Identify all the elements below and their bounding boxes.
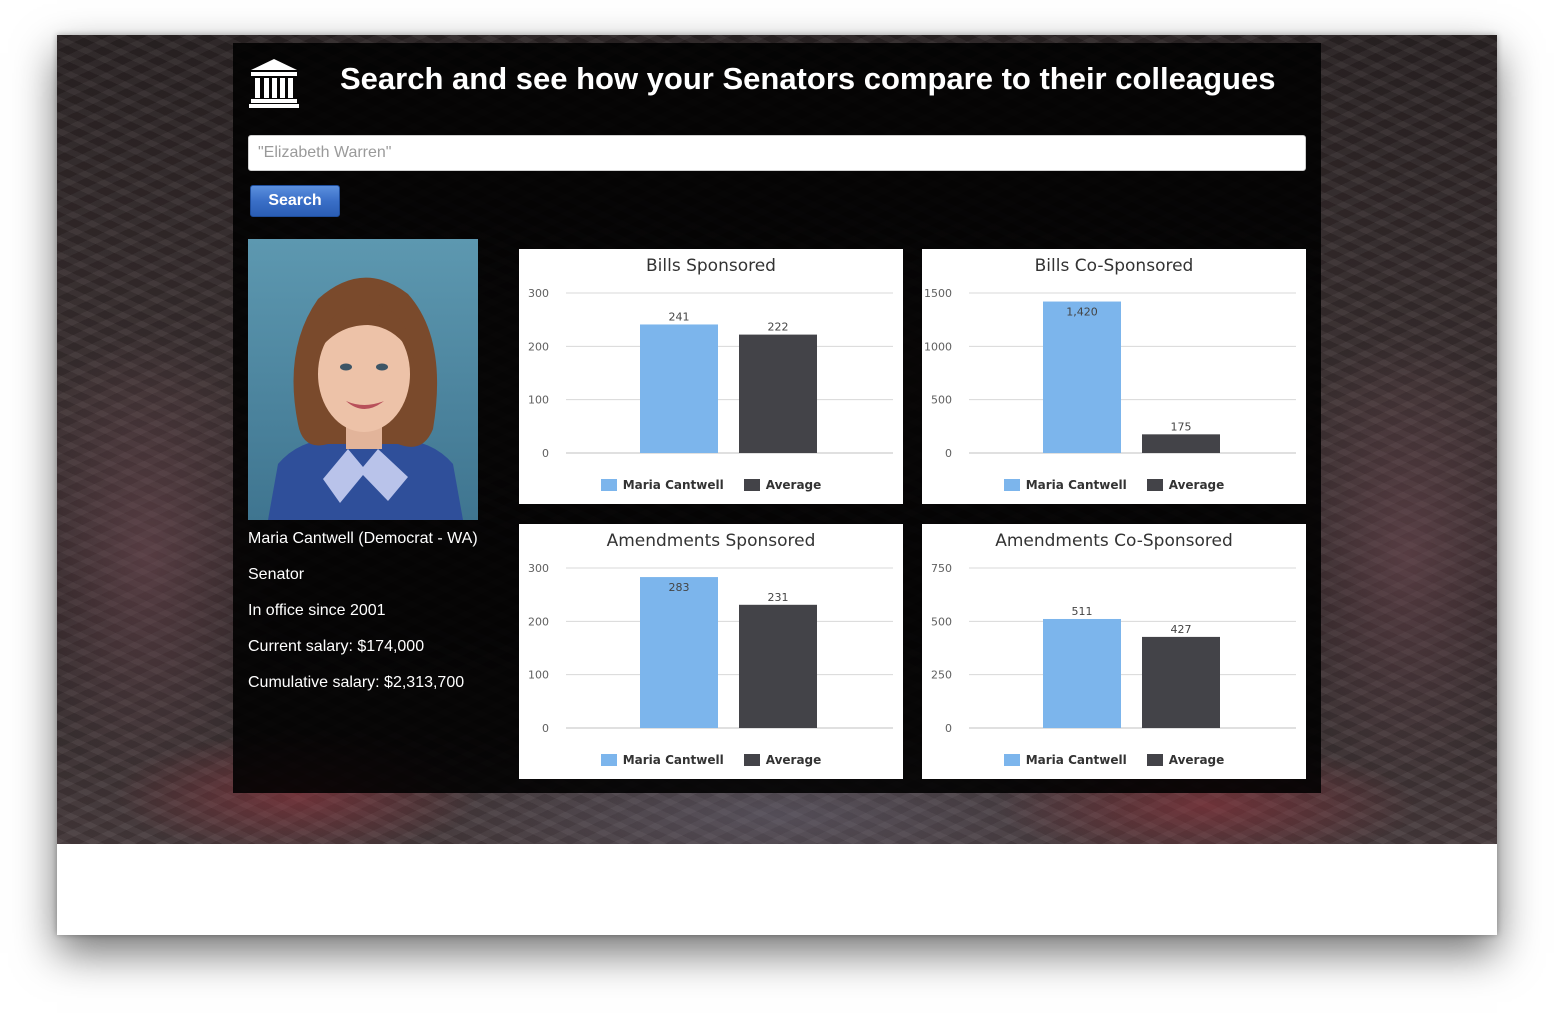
- y-tick-label: 0: [542, 447, 549, 460]
- chart-bills-co-sponsored: 0 500 1000 1500 1,420 175 Bills Co-Sponsored …: [922, 249, 1306, 504]
- legend-swatch: [600, 479, 617, 491]
- y-tick-label: 300: [528, 287, 549, 300]
- chart-legend: Maria Cantwell Average: [519, 478, 903, 492]
- main-panel: Search and see how your Senators compare…: [233, 43, 1321, 793]
- legend-label: Average: [765, 753, 822, 767]
- bar-senator: [1043, 618, 1121, 728]
- chart-title: Amendments Sponsored: [606, 531, 816, 551]
- chart-title: Bills Co-Sponsored: [1034, 256, 1194, 276]
- legend-label: Maria Cantwell: [1025, 753, 1127, 767]
- y-tick-label: 0: [945, 722, 952, 735]
- chart-amendments-sponsored: 0 100 200 300 283 231 Amendments Sponsored Ma…: [519, 524, 903, 779]
- amendments-co-sponsored-plot: 0 250 500 750 511 427: [931, 562, 1296, 735]
- y-tick-label: 1000: [924, 340, 952, 353]
- y-tick-label: 100: [528, 394, 549, 407]
- legend-item-average[interactable]: Average: [1146, 478, 1225, 492]
- senator-position: Senator: [248, 566, 305, 583]
- senate-chamber-background: Search and see how your Senators compare…: [57, 35, 1497, 844]
- bar-average: [739, 604, 817, 728]
- senator-name: Maria Cantwell (Democrat - WA): [248, 530, 478, 547]
- legend-label: Average: [1168, 478, 1225, 492]
- data-label: 241: [669, 310, 690, 323]
- bar-average: [1142, 434, 1220, 453]
- senator-current-salary: Current salary: $174,000: [248, 638, 425, 655]
- data-label: 231: [768, 591, 789, 604]
- search-input[interactable]: [248, 135, 1306, 171]
- legend-item-senator[interactable]: Maria Cantwell: [600, 753, 724, 767]
- data-label: 222: [768, 321, 789, 334]
- y-tick-label: 500: [931, 615, 952, 628]
- capitol-building-icon: [249, 59, 299, 108]
- bar-average: [739, 334, 817, 453]
- legend-swatch: [743, 479, 760, 491]
- bar-senator: [640, 577, 718, 728]
- legend-label: Maria Cantwell: [622, 478, 724, 492]
- legend-swatch: [600, 754, 617, 766]
- y-tick-label: 0: [542, 722, 549, 735]
- chart-legend: Maria Cantwell Average: [922, 478, 1306, 492]
- legend-swatch: [1003, 479, 1020, 491]
- senator-in-office: In office since 2001: [248, 602, 386, 619]
- legend-item-average[interactable]: Average: [1146, 753, 1225, 767]
- bar-average: [1142, 636, 1220, 728]
- data-label: 427: [1171, 623, 1192, 636]
- data-label: 175: [1171, 420, 1192, 433]
- chart-legend: Maria Cantwell Average: [519, 753, 903, 767]
- page-title: Search and see how your Senators compare…: [340, 61, 1276, 96]
- bar-senator: [1043, 301, 1121, 453]
- y-tick-label: 1500: [924, 287, 952, 300]
- bar-senator: [640, 324, 718, 453]
- legend-item-average[interactable]: Average: [743, 478, 822, 492]
- legend-label: Average: [1168, 753, 1225, 767]
- senator-photo: [248, 239, 478, 520]
- legend-swatch: [1003, 754, 1020, 766]
- y-tick-label: 750: [931, 562, 952, 575]
- chart-title: Amendments Co-Sponsored: [995, 531, 1233, 551]
- legend-label: Average: [765, 478, 822, 492]
- legend-item-average[interactable]: Average: [743, 753, 822, 767]
- browser-window: Search and see how your Senators compare…: [57, 35, 1497, 935]
- y-tick-label: 500: [931, 394, 952, 407]
- legend-item-senator[interactable]: Maria Cantwell: [1003, 478, 1127, 492]
- amendments-sponsored-plot: 0 100 200 300 283 231: [528, 562, 893, 735]
- legend-swatch: [1146, 479, 1163, 491]
- y-tick-label: 0: [945, 447, 952, 460]
- legend-item-senator[interactable]: Maria Cantwell: [600, 478, 724, 492]
- legend-swatch: [1146, 754, 1163, 766]
- legend-label: Maria Cantwell: [622, 753, 724, 767]
- senator-cumulative-salary: Cumulative salary: $2,313,700: [248, 674, 465, 691]
- bills-sponsored-plot: 0 100 200 300 241 222: [528, 287, 893, 460]
- y-tick-label: 100: [528, 669, 549, 682]
- search-button[interactable]: Search: [250, 185, 340, 217]
- legend-item-senator[interactable]: Maria Cantwell: [1003, 753, 1127, 767]
- chart-legend: Maria Cantwell Average: [922, 753, 1306, 767]
- y-tick-label: 200: [528, 340, 549, 353]
- data-label: 511: [1072, 605, 1093, 618]
- chart-amendments-co-sponsored: 0 250 500 750 511 427 Amendments Co-Sponsored…: [922, 524, 1306, 779]
- chart-bills-sponsored: 0 100 200 300 241 222 Bills Sponsored Maria C…: [519, 249, 903, 504]
- data-label: 283: [669, 581, 690, 594]
- data-label: 1,420: [1066, 306, 1098, 319]
- chart-title: Bills Sponsored: [646, 256, 776, 276]
- y-tick-label: 200: [528, 615, 549, 628]
- bills-co-sponsored-plot: 0 500 1000 1500 1,420 175: [924, 287, 1296, 460]
- page-footer-area: [57, 844, 1497, 935]
- legend-label: Maria Cantwell: [1025, 478, 1127, 492]
- legend-swatch: [743, 754, 760, 766]
- y-tick-label: 300: [528, 562, 549, 575]
- y-tick-label: 250: [931, 669, 952, 682]
